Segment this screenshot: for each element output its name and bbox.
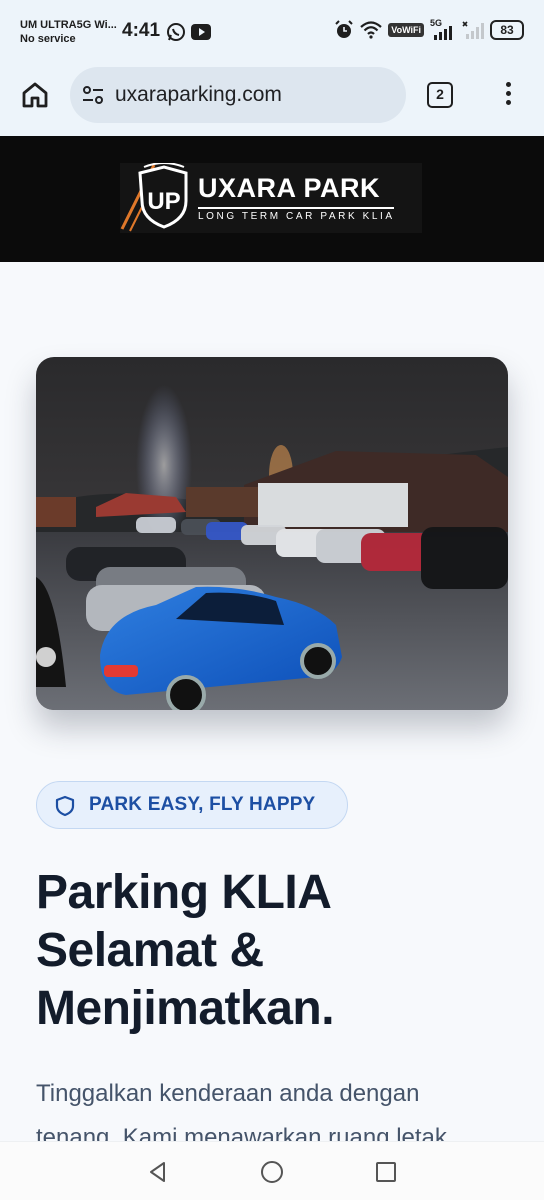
more-vert-icon[interactable]: [500, 82, 516, 110]
headline-line-2: Selamat &: [36, 924, 264, 977]
whatsapp-icon: [167, 23, 185, 41]
home-icon[interactable]: [20, 80, 50, 110]
recents-icon[interactable]: [374, 1160, 398, 1184]
youtube-icon: [191, 24, 211, 40]
signal-5g: 5G: [430, 18, 456, 40]
signal-icon: [434, 26, 452, 40]
tagline-badge: PARK EASY, FLY HAPPY: [36, 781, 348, 829]
headline-line-3: Menjimatkan.: [36, 982, 335, 1035]
shield-icon: [55, 795, 75, 817]
back-icon[interactable]: [146, 1160, 170, 1184]
logo-title: UXARA PARK: [198, 173, 381, 203]
browser-toolbar: uxaraparking.com 2: [0, 62, 544, 136]
url-text[interactable]: uxaraparking.com: [115, 83, 282, 107]
car-park-illustration: [36, 357, 508, 710]
hero-photo-car-park: [36, 357, 508, 710]
logo-subtitle: LONG TERM CAR PARK KLIA: [198, 211, 395, 222]
service-status: No service: [20, 33, 76, 45]
address-bar[interactable]: uxaraparking.com: [70, 67, 406, 123]
no-signal-icon: [462, 21, 484, 39]
vowifi-badge: VoWiFi: [388, 23, 424, 37]
carrier-info: UM ULTRA5G Wi... No service: [20, 18, 117, 46]
headline-line-1: Parking KLIA: [36, 866, 332, 919]
site-info-icon[interactable]: [82, 84, 104, 106]
system-navigation-bar: [0, 1141, 544, 1200]
logo-emblem: UP: [120, 163, 188, 232]
badge-text: PARK EASY, FLY HAPPY: [89, 794, 316, 815]
alarm-icon: [335, 20, 353, 38]
carrier-name: UM ULTRA5G Wi...: [20, 19, 117, 31]
tab-switcher-button[interactable]: 2: [427, 82, 453, 108]
status-icons: VoWiFi 5G 83: [334, 18, 524, 40]
home-circle-icon[interactable]: [260, 1160, 284, 1184]
site-logo[interactable]: UP UXARA PARK LONG TERM CAR PARK KLIA: [120, 163, 422, 233]
logo-divider: [198, 207, 394, 209]
clock: 4:41: [122, 20, 161, 41]
battery-indicator: 83: [490, 20, 524, 40]
status-bar: UM ULTRA5G Wi... No service 4:41 VoWiFi …: [0, 0, 544, 62]
hero-headline: Parking KLIA Selamat & Menjimatkan.: [36, 864, 506, 1038]
wifi-icon: [360, 21, 382, 39]
description-line-1: Tinggalkan kenderaan anda dengan: [36, 1080, 420, 1107]
logo-monogram: UP: [147, 188, 180, 215]
site-header: UP UXARA PARK LONG TERM CAR PARK KLIA: [0, 136, 544, 262]
